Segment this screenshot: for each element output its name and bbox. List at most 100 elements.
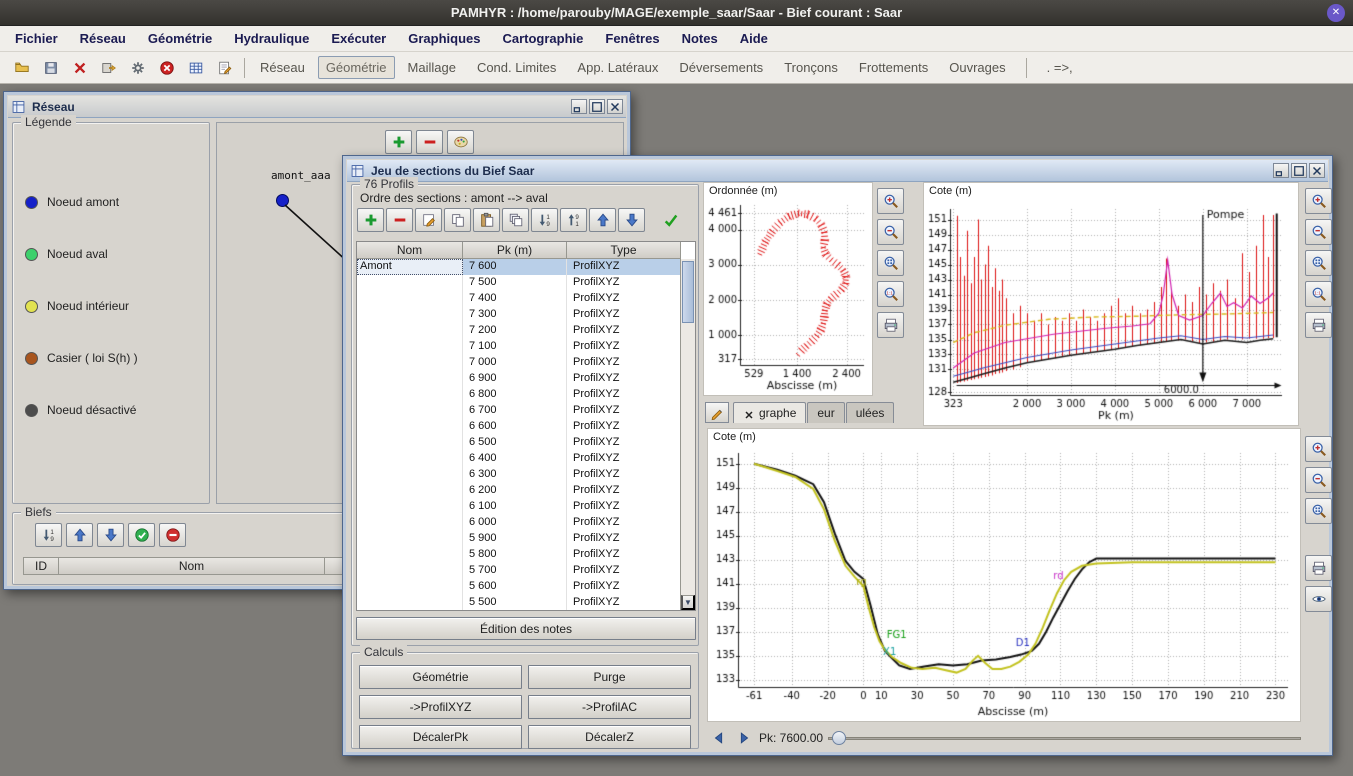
disable-button[interactable] (159, 523, 186, 547)
table-row[interactable]: 6 000ProfilXYZ (357, 515, 695, 531)
column-type[interactable]: Type (567, 242, 681, 259)
sections-window[interactable]: Jeu de sections du Bief Saar 76 Profils … (342, 155, 1333, 756)
next-profile-button[interactable] (734, 728, 754, 748)
toolbar-button-troncons[interactable]: Tronçons (776, 56, 846, 79)
column-nom[interactable]: Nom (357, 242, 463, 259)
table-row[interactable]: 5 500ProfilXYZ (357, 595, 695, 611)
move-up-button[interactable] (589, 208, 616, 232)
zoom-out-button[interactable] (877, 219, 904, 245)
open-icon[interactable] (10, 56, 34, 80)
toolbar-button-deversements[interactable]: Déversements (671, 56, 771, 79)
tab-ulees[interactable]: ulées (846, 402, 895, 423)
zoom-out-button[interactable] (1305, 219, 1332, 245)
scroll-down-button[interactable]: ▼ (681, 595, 695, 610)
apply-button[interactable] (657, 208, 684, 232)
vertical-scrollbar[interactable]: ▼ (680, 259, 695, 610)
print-button[interactable] (1305, 312, 1332, 338)
tab-eur[interactable]: eur (807, 402, 844, 423)
add-button[interactable] (357, 208, 384, 232)
enable-button[interactable] (128, 523, 155, 547)
menu-graphiques[interactable]: Graphiques (397, 31, 491, 46)
plan-view-canvas[interactable] (704, 199, 872, 395)
menu-executer[interactable]: Exécuter (320, 31, 397, 46)
app-close-button[interactable]: ✕ (1327, 4, 1345, 22)
table-row[interactable]: 5 700ProfilXYZ (357, 563, 695, 579)
window-close-button[interactable] (607, 99, 623, 114)
table-row[interactable]: 6 400ProfilXYZ (357, 451, 695, 467)
toolbar-button-ouvrages[interactable]: Ouvrages (941, 56, 1013, 79)
pk-slider-handle[interactable] (832, 731, 846, 745)
previous-profile-button[interactable] (709, 728, 729, 748)
biefs-column-id[interactable]: ID (23, 557, 59, 575)
move-down-button[interactable] (97, 523, 124, 547)
palette-button[interactable] (447, 130, 474, 154)
settings-icon[interactable] (126, 56, 150, 80)
edit-pencil-button[interactable] (705, 402, 729, 423)
long-profile-canvas[interactable] (924, 199, 1296, 425)
menu-notes[interactable]: Notes (671, 31, 729, 46)
copy-button[interactable] (444, 208, 471, 232)
table-row[interactable]: 7 000ProfilXYZ (357, 355, 695, 371)
upstream-node[interactable] (276, 194, 289, 207)
table-row[interactable]: 5 600ProfilXYZ (357, 579, 695, 595)
paste-button[interactable] (473, 208, 500, 232)
window-maximize-button[interactable] (589, 99, 605, 114)
print-button[interactable] (877, 312, 904, 338)
zoom-in-button[interactable] (1305, 188, 1332, 214)
table-row[interactable]: 6 800ProfilXYZ (357, 387, 695, 403)
tab-close-icon[interactable] (743, 407, 755, 419)
tab-graphe[interactable]: graphe (733, 402, 806, 423)
sections-window-titlebar[interactable]: Jeu de sections du Bief Saar (347, 160, 1328, 182)
pk-slider-track[interactable] (828, 737, 1301, 740)
print-button[interactable] (1305, 555, 1332, 581)
zoom-select-button[interactable] (1305, 498, 1332, 524)
zoom-in-button[interactable] (1305, 436, 1332, 462)
zoom-in-button[interactable] (877, 188, 904, 214)
menu-hydraulique[interactable]: Hydraulique (223, 31, 320, 46)
calc-button-geometrie[interactable]: Géométrie (359, 665, 522, 689)
menu-reseau[interactable]: Réseau (69, 31, 137, 46)
table-row[interactable]: 6 300ProfilXYZ (357, 467, 695, 483)
menu-aide[interactable]: Aide (729, 31, 779, 46)
table-row[interactable]: 7 300ProfilXYZ (357, 307, 695, 323)
zoom-actual-button[interactable]: 1:1 (877, 281, 904, 307)
menu-cartographie[interactable]: Cartographie (491, 31, 594, 46)
zoom-out-button[interactable] (1305, 467, 1332, 493)
calc-button-purge[interactable]: Purge (528, 665, 691, 689)
table-row[interactable]: 6 900ProfilXYZ (357, 371, 695, 387)
sort-desc-button[interactable]: 19 (35, 523, 62, 547)
cross-section-canvas[interactable] (708, 445, 1298, 721)
table-row[interactable]: 7 100ProfilXYZ (357, 339, 695, 355)
remove-button[interactable] (416, 130, 443, 154)
table-row[interactable]: Amont7 600ProfilXYZ (357, 259, 695, 275)
toolbar-button-maillage[interactable]: Maillage (400, 56, 464, 79)
menu-fichier[interactable]: Fichier (4, 31, 69, 46)
window-close-button[interactable] (1309, 163, 1325, 178)
export-icon[interactable] (97, 56, 121, 80)
window-maximize-button[interactable] (1291, 163, 1307, 178)
table-row[interactable]: 7 400ProfilXYZ (357, 291, 695, 307)
pk-slider[interactable] (828, 729, 1301, 747)
table-row[interactable]: 6 100ProfilXYZ (357, 499, 695, 515)
notes-icon[interactable] (213, 56, 237, 80)
edit-button[interactable] (415, 208, 442, 232)
column-pk[interactable]: Pk (m) (463, 242, 567, 259)
toolbar-button-frottements[interactable]: Frottements (851, 56, 936, 79)
add-button[interactable] (385, 130, 412, 154)
edit-notes-button[interactable]: Édition des notes (356, 617, 696, 640)
sort-asc-button[interactable]: 91 (560, 208, 587, 232)
toolbar-button-app-lateraux[interactable]: App. Latéraux (569, 56, 666, 79)
calc-button-decalerpk[interactable]: DécalerPk (359, 725, 522, 749)
toolbar-button-item[interactable]: . =>, (1039, 56, 1081, 79)
window-minimize-button[interactable] (571, 99, 587, 114)
move-down-button[interactable] (618, 208, 645, 232)
remove-button[interactable] (386, 208, 413, 232)
table-row[interactable]: 6 500ProfilXYZ (357, 435, 695, 451)
table-row[interactable]: 7 500ProfilXYZ (357, 275, 695, 291)
calc-button-decalerz[interactable]: DécalerZ (528, 725, 691, 749)
table-row[interactable]: 5 800ProfilXYZ (357, 547, 695, 563)
zoom-select-button[interactable] (1305, 250, 1332, 276)
calc-button-profilac[interactable]: ->ProfilAC (528, 695, 691, 719)
toolbar-button-geometrie[interactable]: Géométrie (318, 56, 395, 79)
menu-fenetres[interactable]: Fenêtres (594, 31, 670, 46)
